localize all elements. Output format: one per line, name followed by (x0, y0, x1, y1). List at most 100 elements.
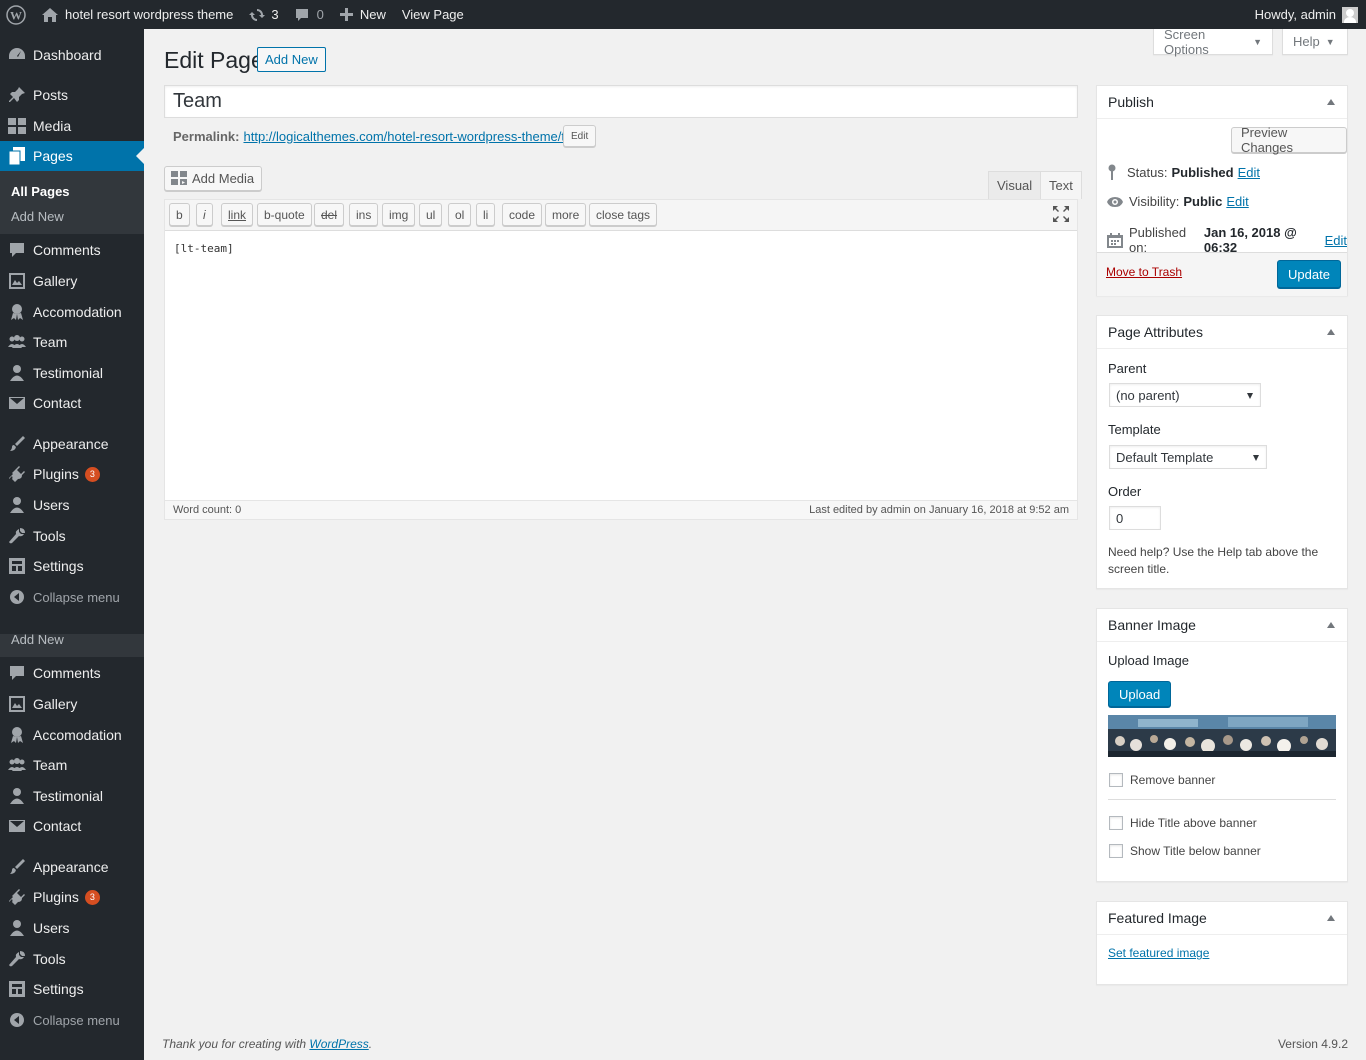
qt-close-tags-button[interactable]: close tags (589, 203, 658, 226)
featured-image-header[interactable]: Featured Image (1097, 902, 1347, 935)
wordpress-link[interactable]: WordPress (309, 1037, 368, 1051)
help-button[interactable]: Help ▼ (1282, 29, 1348, 55)
remove-banner-label: Remove banner (1130, 773, 1216, 787)
edit-status-link[interactable]: Edit (1238, 165, 1260, 180)
permalink-url[interactable]: http://logicalthemes.com/hotel-resort-wo… (243, 129, 593, 144)
menu-contact[interactable]: Contact (0, 388, 144, 418)
collapse-menu-button[interactable]: Collapse menu (0, 1005, 144, 1035)
menu-settings[interactable]: Settings (0, 551, 144, 581)
remove-banner-row[interactable]: Remove banner (1109, 773, 1215, 787)
view-page-link[interactable]: View Page (394, 0, 472, 29)
collapse-arrow-icon[interactable] (1327, 99, 1335, 105)
tab-text[interactable]: Text (1040, 171, 1082, 199)
plugin-icon (7, 464, 27, 484)
qt-code-button[interactable]: code (502, 203, 543, 226)
wordpress-logo-icon[interactable]: W (0, 0, 34, 29)
menu-accomodation[interactable]: Accomodation (0, 720, 144, 750)
menu-appearance[interactable]: Appearance (0, 852, 144, 882)
qt-ol-button[interactable]: ol (448, 203, 472, 226)
remove-banner-checkbox[interactable] (1109, 773, 1123, 787)
menu-dashboard[interactable]: Dashboard (0, 40, 144, 70)
collapse-menu-button[interactable]: Collapse menu (0, 582, 144, 612)
preview-changes-button[interactable]: Preview Changes (1231, 125, 1347, 155)
site-name-link[interactable]: hotel resort wordpress theme (34, 0, 241, 29)
menu-contact-label: Contact (33, 395, 82, 411)
upload-button[interactable]: Upload (1108, 681, 1172, 707)
footer-thanks: Thank you for creating with WordPress. (162, 1037, 372, 1051)
order-input[interactable]: 0 (1109, 506, 1161, 530)
show-title-checkbox[interactable] (1109, 844, 1123, 858)
qt-link-button[interactable]: link (221, 203, 254, 226)
distraction-free-icon[interactable] (1053, 206, 1069, 225)
qt-bold-button[interactable]: b (169, 203, 190, 226)
hide-title-checkbox[interactable] (1109, 816, 1123, 830)
submenu-all-pages[interactable]: All Pages (11, 184, 70, 199)
menu-testimonial[interactable]: Testimonial (0, 358, 144, 388)
users-icon (7, 918, 27, 938)
edit-timestamp-link[interactable]: Edit (1325, 233, 1347, 248)
published-label: Published on: (1129, 225, 1187, 255)
menu-appearance[interactable]: Appearance (0, 429, 144, 459)
my-account[interactable]: Howdy, admin (1255, 0, 1366, 29)
menu-tools-label: Tools (33, 951, 66, 967)
submenu-add-new[interactable]: Add New (11, 209, 64, 224)
parent-select-value: (no parent) (1116, 387, 1180, 403)
menu-tools[interactable]: Tools (0, 944, 144, 974)
template-select[interactable]: Default Template (1109, 445, 1267, 469)
comments-link[interactable]: 0 (287, 0, 332, 29)
qt-ins-button[interactable]: ins (349, 203, 379, 226)
qt-more-button[interactable]: more (545, 203, 587, 226)
content-textarea[interactable]: [lt-team] (174, 242, 234, 255)
qt-bquote-button[interactable]: b-quote (257, 203, 312, 226)
menu-media[interactable]: Media (0, 111, 144, 141)
new-content-link[interactable]: New (332, 0, 394, 29)
move-to-trash-link[interactable]: Move to Trash (1106, 265, 1182, 279)
set-featured-image-link[interactable]: Set featured image (1108, 946, 1209, 960)
page-attributes-header[interactable]: Page Attributes (1097, 316, 1347, 349)
updates-link[interactable]: 3 (241, 0, 286, 29)
menu-users[interactable]: Users (0, 490, 144, 520)
show-title-row[interactable]: Show Title below banner (1109, 844, 1261, 858)
update-button[interactable]: Update (1277, 260, 1341, 288)
menu-team[interactable]: Team (0, 327, 144, 357)
howdy-text: Howdy, admin (1254, 7, 1336, 22)
menu-settings[interactable]: Settings (0, 974, 144, 1004)
menu-settings-label: Settings (33, 981, 84, 997)
collapse-arrow-icon[interactable] (1327, 915, 1335, 921)
edit-visibility-link[interactable]: Edit (1226, 194, 1248, 209)
qt-italic-button[interactable]: i (196, 203, 213, 226)
add-new-page-button[interactable]: Add New (257, 47, 326, 72)
qt-img-button[interactable]: img (382, 203, 416, 226)
hide-title-row[interactable]: Hide Title above banner (1109, 816, 1257, 830)
screen-options-button[interactable]: Screen Options ▼ (1153, 27, 1273, 57)
menu-comments[interactable]: Comments (0, 658, 144, 688)
updates-icon (249, 7, 266, 23)
banner-image-header[interactable]: Banner Image (1097, 609, 1347, 642)
menu-gallery[interactable]: Gallery (0, 266, 144, 296)
menu-plugins[interactable]: Plugins 3 (0, 459, 144, 489)
menu-accomodation[interactable]: Accomodation (0, 297, 144, 327)
submenu-add-new[interactable]: Add New (11, 634, 64, 647)
menu-testimonial[interactable]: Testimonial (0, 781, 144, 811)
add-media-button[interactable]: Add Media (164, 166, 263, 191)
collapse-arrow-icon[interactable] (1327, 329, 1335, 335)
qt-ul-button[interactable]: ul (419, 203, 443, 226)
menu-gallery[interactable]: Gallery (0, 689, 144, 719)
quicktags-toolbar: b i link b-quote del ins img ul ol li co… (165, 200, 1077, 231)
parent-select[interactable]: (no parent) (1109, 383, 1261, 407)
menu-team[interactable]: Team (0, 750, 144, 780)
publish-box-header[interactable]: Publish (1097, 86, 1347, 119)
tab-visual[interactable]: Visual (988, 171, 1042, 199)
post-title-input[interactable]: Team (164, 85, 1078, 118)
menu-comments[interactable]: Comments (0, 235, 144, 265)
menu-plugins[interactable]: Plugins 3 (0, 882, 144, 912)
qt-del-button[interactable]: del (314, 203, 345, 226)
permalink-edit-button[interactable]: Edit (563, 125, 597, 147)
menu-posts[interactable]: Posts (0, 80, 144, 110)
menu-tools[interactable]: Tools (0, 521, 144, 551)
menu-contact[interactable]: Contact (0, 811, 144, 841)
menu-pages[interactable]: Pages (0, 141, 144, 171)
menu-users[interactable]: Users (0, 913, 144, 943)
collapse-arrow-icon[interactable] (1327, 622, 1335, 628)
qt-li-button[interactable]: li (476, 203, 496, 226)
